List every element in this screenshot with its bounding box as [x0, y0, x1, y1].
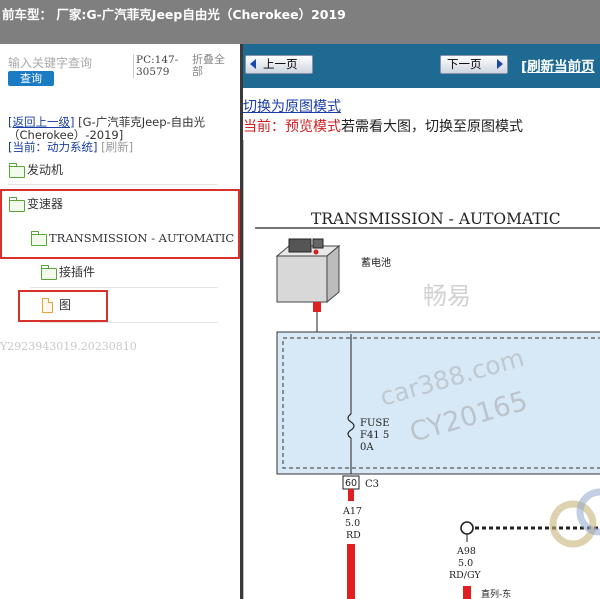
- prev-page-button[interactable]: 上一页: [245, 55, 313, 74]
- refresh-link[interactable]: [刷新]: [101, 140, 133, 154]
- highlight-box: [18, 290, 108, 322]
- tree-item-label: 接插件: [59, 265, 96, 279]
- wire-gauge: 5.0: [458, 558, 473, 569]
- pc-code: PC:147-30579: [133, 54, 188, 78]
- refresh-current-page-link[interactable]: [刷新当前页: [521, 55, 595, 75]
- wire-segment: [313, 302, 321, 312]
- content-panel: 上一页 下一页 [刷新当前页 切换为原图模式 当前：预览模式若需看大图，切换至原…: [243, 44, 600, 599]
- fuse-rating: 0A: [360, 442, 374, 453]
- wire-color: RD: [346, 530, 361, 541]
- wire-segment: [463, 586, 471, 599]
- mode-status: 当前：预览模式若需看大图，切换至原图模式: [243, 116, 523, 136]
- folder-icon: [40, 265, 57, 280]
- tree-item-engine[interactable]: 发动机: [8, 159, 236, 181]
- arrow-right-icon: [497, 59, 503, 69]
- current-label: [当前：动力系统]: [8, 140, 98, 154]
- battery-icon: [275, 238, 341, 304]
- tree-item-connectors[interactable]: 接插件: [40, 261, 220, 283]
- folder-icon: [8, 163, 25, 178]
- wire-segment: [347, 544, 355, 599]
- switch-original-mode-link[interactable]: 切换为原图模式: [243, 96, 341, 116]
- wiring-diagram[interactable]: TRANSMISSION - AUTOMATIC 蓄电池 FUSE F41 5 …: [243, 184, 600, 599]
- splice-point: [460, 521, 474, 535]
- mode-hint: 若需看大图，切换至原图模式: [341, 119, 523, 135]
- battery-label: 蓄电池: [361, 256, 391, 269]
- tree-divider: [8, 184, 218, 185]
- fuse-label: FUSE: [360, 418, 390, 429]
- watermark-logo-icon: [549, 488, 600, 548]
- back-link[interactable]: [返回上一级]: [8, 115, 74, 129]
- fuse-box: [276, 331, 600, 475]
- mode-current-label: 当前：预览模式: [243, 119, 341, 135]
- fuse-id: F41 5: [360, 430, 389, 441]
- tree-item-label: 发动机: [27, 163, 64, 177]
- wire-color: RD/GY: [449, 570, 481, 581]
- wire-id: A17: [342, 506, 362, 517]
- next-page-button[interactable]: 下一页: [440, 55, 508, 74]
- highlight-box: [0, 189, 240, 259]
- connector-pin: 60: [345, 478, 357, 489]
- connector-name: C3: [365, 479, 379, 490]
- version-text: Y2923943019.20230810: [0, 340, 137, 353]
- window-title: 前车型： 厂家:G-广汽菲克Jeep自由光（Cherokee）2019: [2, 7, 346, 22]
- wire-note: 直列-东: [481, 588, 511, 599]
- arrow-left-icon: [250, 59, 256, 69]
- wire-segment: [348, 489, 354, 501]
- diagram-title: TRANSMISSION - AUTOMATIC: [311, 210, 561, 228]
- search-input[interactable]: [8, 55, 126, 71]
- fold-all-link[interactable]: 折叠全部: [192, 54, 232, 78]
- current-location: [当前：动力系统] [刷新]: [8, 139, 133, 155]
- tree-divider: [30, 287, 218, 288]
- wire-gauge: 5.0: [345, 518, 360, 529]
- page-toolbar: 上一页 下一页 [刷新当前页: [243, 44, 600, 88]
- wire-id: A98: [456, 546, 476, 557]
- watermark: 畅易: [423, 282, 471, 310]
- tree-divider: [40, 322, 218, 323]
- title-bar: 前车型： 厂家:G-广汽菲克Jeep自由光（Cherokee）2019: [0, 0, 600, 44]
- query-button[interactable]: 查询: [8, 71, 54, 86]
